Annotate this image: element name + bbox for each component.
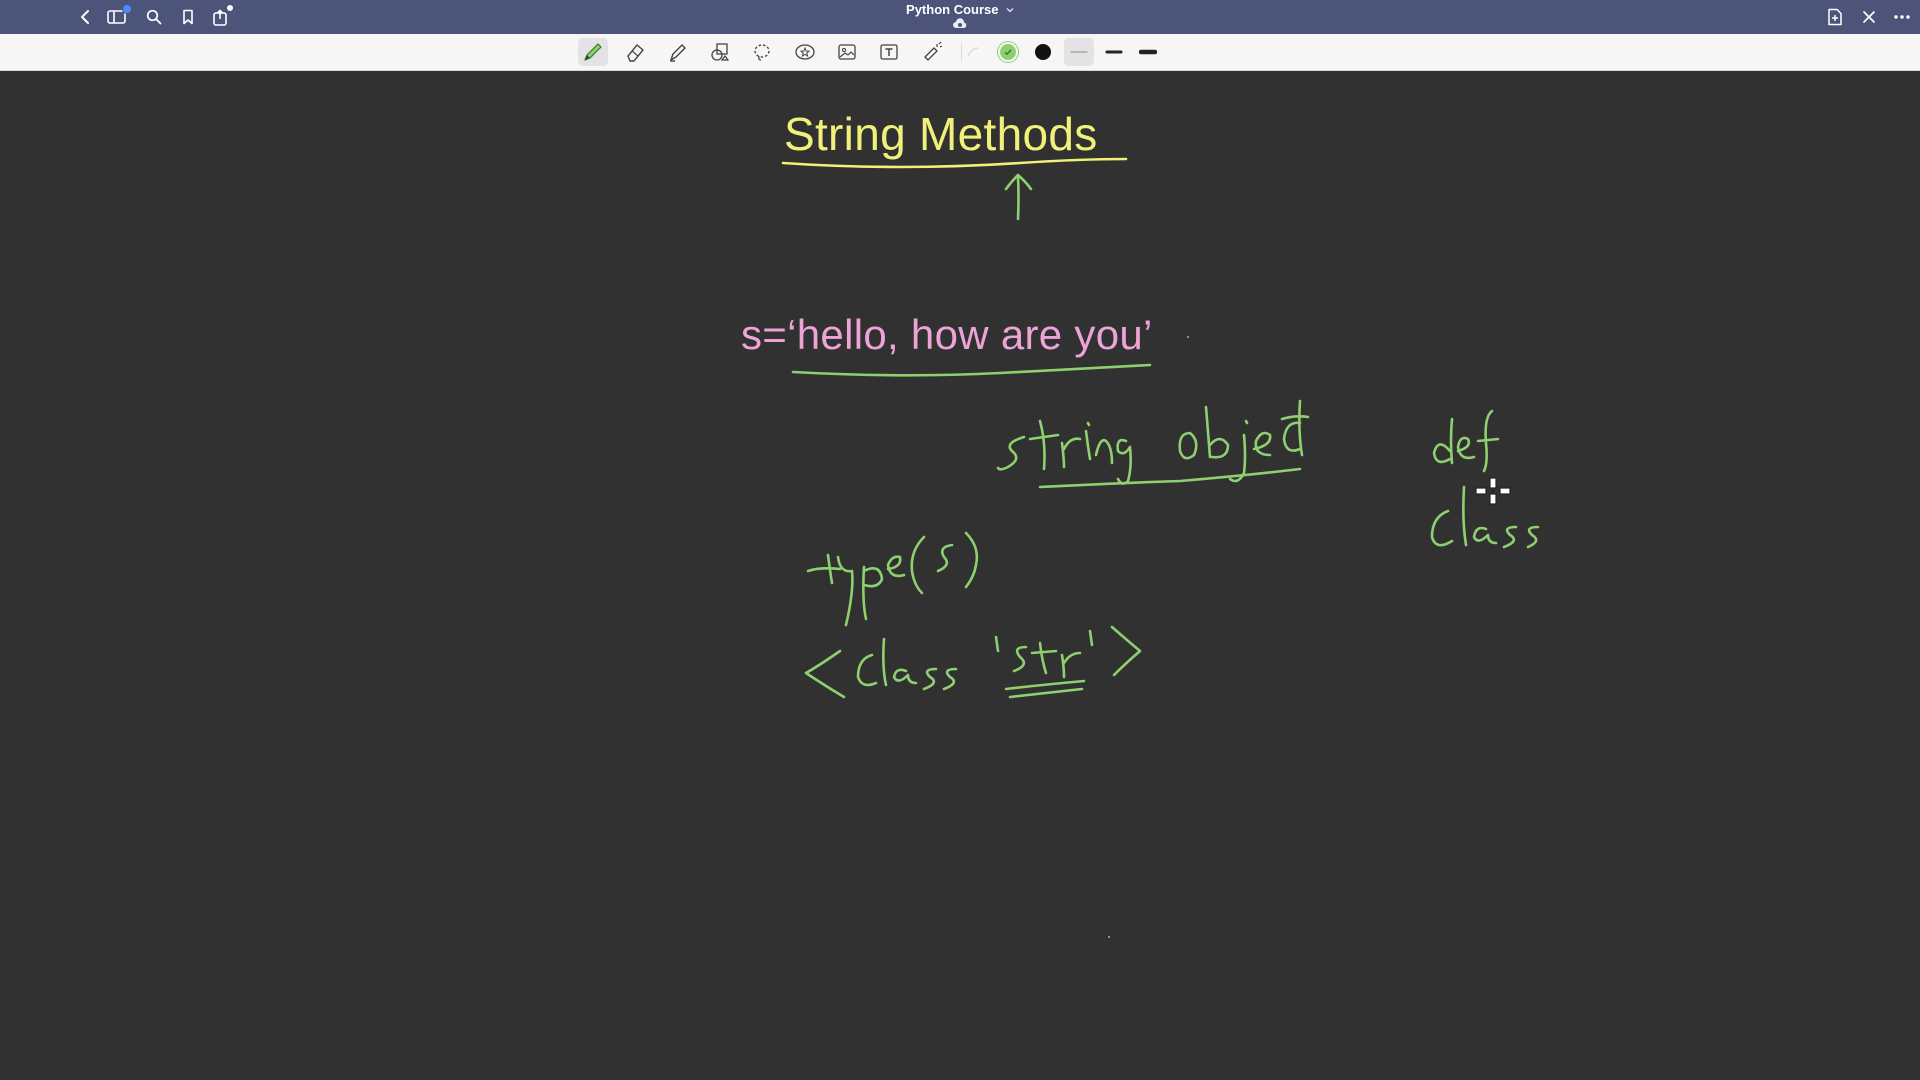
ink-preview xyxy=(959,38,989,66)
notification-dot xyxy=(122,4,132,14)
color-swatch-black[interactable] xyxy=(1035,44,1051,60)
stroke-width-thin[interactable] xyxy=(1064,38,1094,66)
move-cursor-icon xyxy=(1475,477,1511,505)
thin-line-icon xyxy=(1070,51,1088,53)
cloud-sync-icon xyxy=(953,18,967,28)
shapes-tool[interactable] xyxy=(705,38,735,66)
handwriting-class-str xyxy=(804,625,1142,699)
stroke-preview-icon xyxy=(967,47,979,57)
medium-line-icon xyxy=(1105,50,1123,54)
ink-dot xyxy=(1187,336,1189,338)
image-tool[interactable] xyxy=(832,38,862,66)
string-object-underline xyxy=(1038,467,1302,489)
share-indicator xyxy=(226,4,234,12)
title-underline xyxy=(781,157,1128,169)
share-button[interactable] xyxy=(207,3,235,31)
close-button[interactable] xyxy=(1855,3,1883,31)
elements-tool[interactable] xyxy=(790,38,820,66)
pen-tool[interactable] xyxy=(578,38,608,66)
eraser-icon xyxy=(627,44,644,62)
sidebar-button[interactable] xyxy=(104,3,132,31)
back-icon xyxy=(81,10,89,24)
highlighter-icon xyxy=(670,44,686,62)
add-page-button[interactable] xyxy=(1821,3,1849,31)
string-literal-underline xyxy=(791,363,1152,377)
pen-icon xyxy=(584,43,602,61)
up-arrow xyxy=(1004,173,1033,221)
search-button[interactable] xyxy=(140,3,168,31)
drawing-toolbar xyxy=(0,34,1920,71)
handwriting-layer xyxy=(781,157,1540,938)
search-icon xyxy=(146,9,162,25)
ink-speck xyxy=(1108,936,1110,938)
handwriting-def xyxy=(1432,409,1500,473)
sticker-icon xyxy=(795,44,815,60)
stroke-width-thick[interactable] xyxy=(1133,38,1163,66)
more-icon xyxy=(1894,15,1910,19)
chevron-down-icon[interactable] xyxy=(1006,7,1014,13)
close-icon xyxy=(1863,11,1875,23)
stroke-width-medium[interactable] xyxy=(1099,38,1129,66)
handwriting-type-s xyxy=(806,531,979,627)
text-tool[interactable] xyxy=(874,38,904,66)
checkmark-icon xyxy=(1004,49,1012,56)
highlighter-tool[interactable] xyxy=(663,38,693,66)
lasso-tool[interactable] xyxy=(747,38,777,66)
handwriting-string-object xyxy=(996,399,1310,485)
document-title-area[interactable]: Python Course xyxy=(860,0,1060,34)
handwriting-class-right xyxy=(1430,485,1540,549)
eraser-tool[interactable] xyxy=(620,38,650,66)
laser-pointer-tool[interactable] xyxy=(917,38,947,66)
image-icon xyxy=(838,44,856,60)
color-swatch-green[interactable] xyxy=(1000,44,1016,60)
document-title[interactable]: Python Course xyxy=(906,1,998,19)
bookmark-icon xyxy=(183,9,193,25)
lasso-icon xyxy=(754,44,770,61)
title-bar: Python Course xyxy=(0,0,1920,34)
str-double-underline-1 xyxy=(1004,679,1086,691)
add-page-icon xyxy=(1828,8,1842,26)
text-box-icon xyxy=(880,44,898,60)
laser-pointer-icon xyxy=(924,41,943,61)
note-canvas[interactable]: String Methods s=‘hello, how are you’ xyxy=(0,71,1920,1080)
more-button[interactable] xyxy=(1888,3,1916,31)
back-button[interactable] xyxy=(71,3,99,31)
bookmark-button[interactable] xyxy=(174,3,202,31)
shapes-icon xyxy=(711,43,730,61)
thick-line-icon xyxy=(1139,49,1157,55)
str-double-underline-2 xyxy=(1008,687,1084,699)
